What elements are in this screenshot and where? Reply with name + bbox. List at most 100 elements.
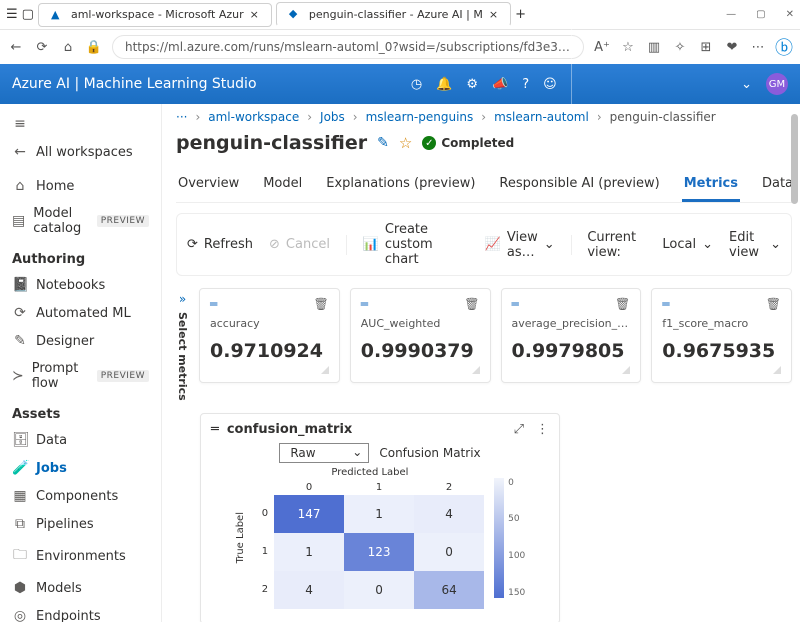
tab-metrics[interactable]: Metrics — [682, 168, 740, 202]
breadcrumb-link[interactable]: Jobs — [320, 110, 345, 124]
profile-icon[interactable]: ☰ — [6, 7, 18, 22]
preview-badge: PREVIEW — [97, 215, 149, 227]
drag-handle-icon[interactable]: ═ — [662, 297, 668, 311]
chevron-down-icon: ⌄ — [702, 237, 713, 252]
cancel-icon: ⊘ — [269, 237, 280, 252]
breadcrumb-link[interactable]: mslearn-automl — [494, 110, 589, 124]
browser-tab-inactive[interactable]: ▲ aml-workspace - Microsoft Azur × — [38, 3, 272, 27]
matrix-cell: 64 — [414, 571, 484, 609]
drag-handle-icon[interactable]: ═ — [361, 297, 367, 311]
more-icon[interactable]: ⋮ — [536, 422, 549, 437]
select-metrics-panel-toggle[interactable]: » Select metrics — [176, 288, 189, 401]
cancel-button[interactable]: ⊘Cancel — [269, 237, 330, 252]
star-icon[interactable]: ☆ — [399, 134, 412, 152]
metric-card[interactable]: ═🗑accuracy0.9710924 — [199, 288, 340, 383]
breadcrumb: ··· › aml-workspace › Jobs › mslearn-pen… — [176, 104, 792, 128]
tab-explanations[interactable]: Explanations (preview) — [324, 168, 477, 202]
refresh-button[interactable]: ⟳Refresh — [187, 237, 253, 252]
drag-handle-icon[interactable]: ═ — [210, 297, 216, 311]
preview-badge: PREVIEW — [97, 370, 149, 382]
drag-handle-icon[interactable]: ═ — [211, 422, 219, 437]
column-header: 0 — [274, 480, 344, 495]
resize-handle[interactable] — [773, 366, 781, 374]
sidebar-jobs[interactable]: 🧪Jobs — [4, 454, 157, 482]
current-view-dropdown[interactable]: Local ⌄ — [662, 237, 713, 252]
resize-handle[interactable] — [622, 366, 630, 374]
row-header: 2 — [256, 571, 274, 609]
sidebar-endpoints[interactable]: ◎Endpoints — [4, 602, 157, 622]
resize-handle[interactable] — [321, 366, 329, 374]
sidebar-item-label: Home — [36, 179, 74, 194]
sidebar-prompt-flow[interactable]: ≻Prompt flowPREVIEW — [4, 355, 157, 397]
refresh-icon: ⟳ — [187, 237, 198, 252]
trash-icon[interactable]: 🗑 — [464, 297, 479, 311]
metric-name: accuracy — [210, 317, 329, 330]
view-as-button[interactable]: 📈View as… ⌄ — [485, 230, 555, 260]
drag-handle-icon[interactable]: ═ — [512, 297, 518, 311]
sidebar-item-label: Models — [36, 581, 82, 596]
sidebar-item-label: Notebooks — [36, 278, 105, 293]
chevron-down-icon: ⌄ — [544, 237, 555, 252]
row-header: 0 — [256, 495, 274, 533]
tab-model[interactable]: Model — [261, 168, 304, 202]
colorbar-tick: 150 — [508, 588, 525, 598]
sidebar-components[interactable]: ▦Components — [4, 482, 157, 510]
breadcrumb-current: penguin-classifier — [610, 110, 716, 124]
metric-card[interactable]: ═🗑f1_score_macro0.9675935 — [651, 288, 792, 383]
colorbar — [494, 478, 504, 598]
expand-icon[interactable]: ⤢ — [514, 422, 524, 437]
hamburger-toggle[interactable]: ≡ — [4, 110, 157, 138]
close-tab-icon[interactable]: × — [250, 8, 259, 21]
sidebar-item-label: Pipelines — [36, 517, 94, 532]
metric-card[interactable]: ═🗑average_precision_sco…0.9979805 — [501, 288, 642, 383]
breadcrumb-link[interactable]: aml-workspace — [208, 110, 299, 124]
confusion-matrix-table: 012 01471411123024064 — [256, 480, 484, 609]
confusion-matrix-card: ═ confusion_matrix ⤢ ⋮ Raw Confusion Mat… — [200, 413, 560, 622]
copilot-icon[interactable]: ▢ — [22, 7, 34, 22]
tab-responsible-ai[interactable]: Responsible AI (preview) — [497, 168, 661, 202]
sidebar-item-label: Environments — [36, 549, 126, 564]
sidebar-automated-ml[interactable]: ⟳Automated ML — [4, 299, 157, 327]
home-icon[interactable]: ⌂ — [60, 39, 76, 55]
avatar[interactable]: GM — [766, 73, 788, 95]
back-icon[interactable]: ← — [8, 39, 24, 55]
chart-mode-select[interactable]: Raw — [279, 443, 369, 463]
gear-icon[interactable]: ⚙ — [466, 77, 478, 92]
trash-icon[interactable]: 🗑 — [314, 297, 329, 311]
create-chart-button[interactable]: 📊Create custom chart — [363, 222, 469, 267]
sidebar-environments[interactable]: 🗀Environments — [4, 538, 157, 574]
edit-view-dropdown[interactable]: Edit view ⌄ — [729, 230, 781, 260]
chart-icon: 📊 — [363, 237, 379, 252]
breadcrumb-overflow[interactable]: ··· — [176, 110, 187, 124]
feedback-icon[interactable]: 📣 — [492, 77, 508, 92]
sidebar-model-catalog[interactable]: ▤Model catalogPREVIEW — [4, 200, 157, 242]
sidebar-models[interactable]: ⬢Models — [4, 574, 157, 602]
resize-handle[interactable] — [472, 366, 480, 374]
content-tabs: Overview Model Explanations (preview) Re… — [176, 168, 792, 203]
content-scrollbar[interactable] — [788, 104, 798, 622]
sidebar-pipelines[interactable]: ⧉Pipelines — [4, 510, 157, 538]
trash-icon[interactable]: 🗑 — [615, 297, 630, 311]
smiley-icon[interactable]: ☺ — [543, 77, 557, 92]
clock-icon[interactable]: ◷ — [411, 77, 422, 92]
sidebar-designer[interactable]: ✎Designer — [4, 327, 157, 355]
bell-icon[interactable]: 🔔 — [436, 77, 452, 92]
chevron-down-icon[interactable]: ⌄ — [741, 77, 752, 92]
sidebar-home[interactable]: ⌂Home — [4, 172, 157, 200]
tab-overview[interactable]: Overview — [176, 168, 241, 202]
edit-icon[interactable]: ✎ — [377, 135, 389, 151]
metric-value: 0.9675935 — [662, 340, 781, 362]
trash-icon[interactable]: 🗑 — [766, 297, 781, 311]
matrix-cell: 0 — [414, 533, 484, 571]
sidebar-notebooks[interactable]: 📓Notebooks — [4, 271, 157, 299]
help-icon[interactable]: ? — [522, 77, 529, 92]
y-axis-label: True Label — [235, 512, 246, 563]
sidebar-all-workspaces[interactable]: ←All workspaces — [4, 138, 157, 166]
refresh-icon[interactable]: ⟳ — [34, 39, 50, 55]
breadcrumb-link[interactable]: mslearn-penguins — [366, 110, 474, 124]
select-metrics-label: Select metrics — [176, 312, 189, 401]
toolbar-divider — [346, 235, 347, 255]
metric-card[interactable]: ═🗑AUC_weighted0.9990379 — [350, 288, 491, 383]
matrix-cell: 4 — [414, 495, 484, 533]
sidebar-data[interactable]: 🗄Data — [4, 426, 157, 454]
